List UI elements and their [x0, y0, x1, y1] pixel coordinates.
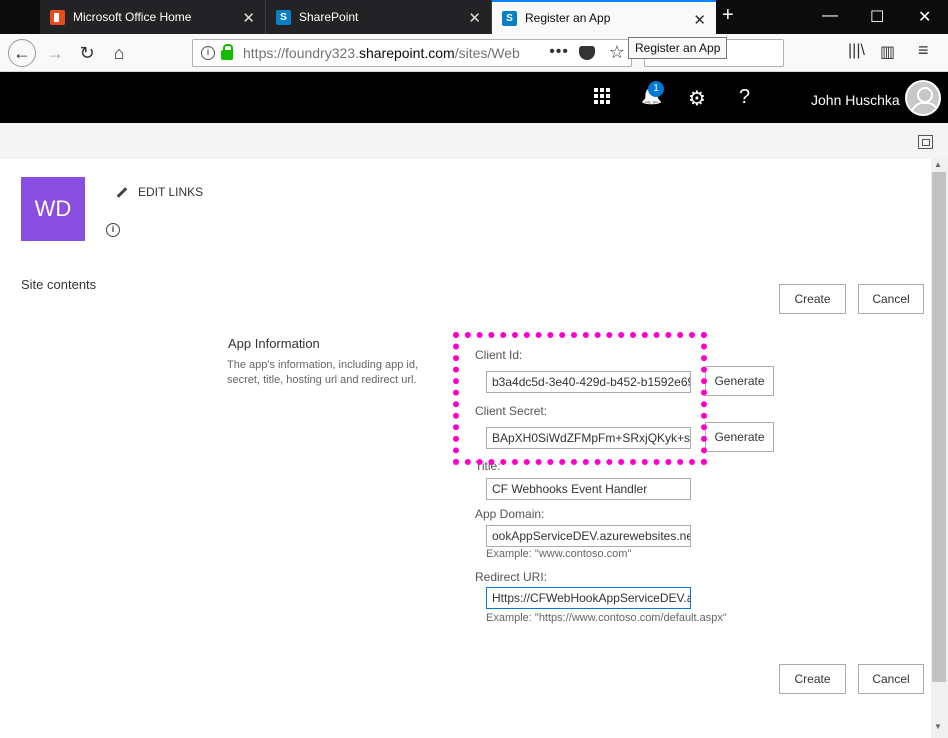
title-field[interactable]: CF Webhooks Event Handler — [486, 478, 691, 500]
url-domain: sharepoint.com — [358, 45, 455, 61]
minimize-icon[interactable]: — — [822, 7, 838, 25]
sharepoint-icon: S — [276, 9, 291, 25]
pocket-icon[interactable] — [579, 46, 595, 60]
generate-client-id-button[interactable]: Generate — [705, 366, 774, 396]
tab-close-icon[interactable]: ✕ — [242, 9, 255, 27]
cancel-button-bottom[interactable]: Cancel — [858, 664, 924, 694]
sharepoint-icon: S — [502, 10, 517, 26]
app-domain-label: App Domain: — [475, 507, 545, 521]
window-close-icon[interactable]: ✕ — [918, 7, 931, 27]
site-info-icon[interactable]: i — [201, 46, 215, 60]
tab-microsoft-office-home[interactable]: Microsoft Office Home ✕ — [40, 0, 266, 34]
redirect-uri-example: Example: "https://www.contoso.com/defaul… — [486, 612, 727, 624]
redirect-uri-field[interactable]: Https://CFWebHookAppServiceDEV.a — [486, 587, 691, 609]
generate-client-secret-button[interactable]: Generate — [705, 422, 774, 452]
tab-register-an-app[interactable]: S Register an App ✕ — [492, 0, 716, 34]
home-icon[interactable]: ⌂ — [106, 40, 132, 66]
tab-close-icon[interactable]: ✕ — [468, 9, 481, 27]
info-icon[interactable]: i — [106, 223, 120, 237]
avatar[interactable] — [905, 80, 941, 116]
focus-mode-icon[interactable] — [918, 135, 933, 149]
user-name[interactable]: John Huschka — [811, 92, 900, 108]
menu-icon[interactable]: ≡ — [918, 40, 929, 61]
back-icon[interactable]: ← — [8, 39, 36, 67]
url-path: /sites/Web — [454, 45, 520, 61]
scroll-up-icon[interactable]: ▲ — [934, 160, 942, 169]
lock-icon — [221, 44, 233, 60]
sharepoint-suite-bar: 🔔 1 ⚙ ? John Huschka — [0, 72, 948, 123]
tab-label: Microsoft Office Home — [73, 10, 192, 24]
highlight-annotation — [453, 332, 707, 465]
app-launcher-icon[interactable] — [594, 88, 610, 104]
tab-close-icon[interactable]: ✕ — [693, 11, 706, 29]
url-prefix: https://foundry323. — [243, 45, 359, 61]
redirect-uri-label: Redirect URI: — [475, 570, 548, 584]
notification-count-badge: 1 — [648, 81, 664, 97]
section-title: App Information — [228, 336, 320, 351]
pencil-icon — [116, 186, 128, 198]
bookmark-star-icon[interactable]: ☆ — [609, 42, 625, 63]
command-strip — [0, 123, 948, 159]
forward-icon[interactable]: → — [42, 40, 68, 66]
tab-tooltip: Register an App — [628, 37, 728, 59]
create-button-top[interactable]: Create — [779, 284, 846, 314]
edit-links-label: EDIT LINKS — [138, 185, 204, 199]
office-icon — [50, 9, 65, 25]
maximize-icon[interactable]: ☐ — [870, 7, 884, 27]
app-domain-example: Example: "www.contoso.com" — [486, 548, 632, 560]
browser-tab-strip: Microsoft Office Home ✕ S SharePoint ✕ S… — [0, 0, 948, 34]
section-description: The app's information, including app id,… — [227, 359, 419, 386]
new-tab-icon[interactable]: + — [722, 4, 734, 27]
tab-label: Register an App — [525, 11, 611, 25]
help-icon[interactable]: ? — [739, 86, 750, 109]
url-bar[interactable]: i https://foundry323.sharepoint.com/site… — [192, 39, 632, 67]
create-button-bottom[interactable]: Create — [779, 664, 846, 694]
scrollbar-thumb[interactable] — [932, 172, 946, 682]
tab-sharepoint[interactable]: S SharePoint ✕ — [266, 0, 492, 34]
settings-gear-icon[interactable]: ⚙ — [688, 86, 706, 111]
reload-icon[interactable]: ↻ — [74, 40, 100, 66]
edit-links-link[interactable]: EDIT LINKS — [116, 185, 203, 199]
site-logo[interactable]: WD — [21, 177, 85, 241]
browser-nav-bar: ← → ↻ ⌂ i https://foundry323.sharepoint.… — [0, 34, 948, 72]
library-icon[interactable]: |||\ — [848, 42, 865, 60]
app-domain-field[interactable]: ookAppServiceDEV.azurewebsites.net — [486, 525, 691, 547]
url-text[interactable]: https://foundry323.sharepoint.com/sites/… — [243, 45, 533, 61]
nav-site-contents[interactable]: Site contents — [21, 277, 96, 292]
scroll-down-icon[interactable]: ▼ — [934, 722, 942, 731]
page-actions-icon[interactable]: ••• — [549, 43, 569, 61]
tab-label: SharePoint — [299, 10, 359, 24]
sidebar-icon[interactable]: ▥ — [880, 42, 895, 62]
cancel-button-top[interactable]: Cancel — [858, 284, 924, 314]
